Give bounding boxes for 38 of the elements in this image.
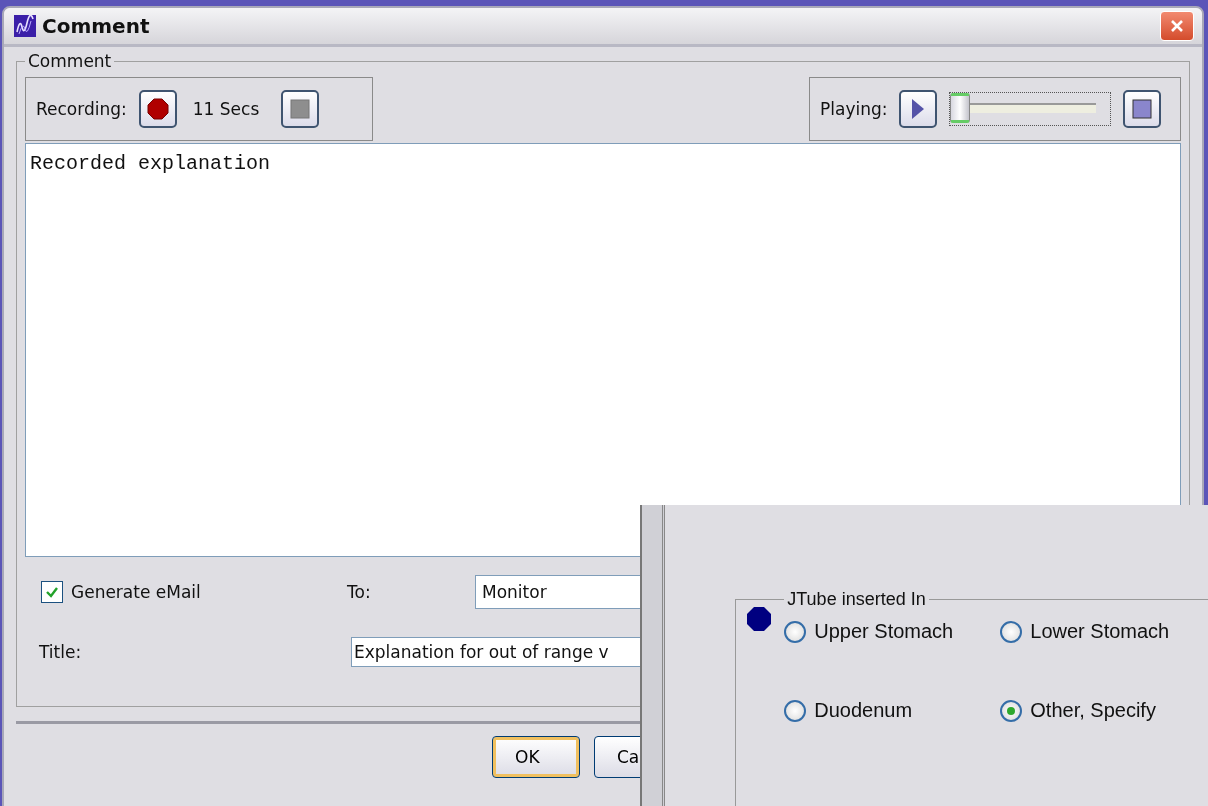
checkbox-label: Generate eMail xyxy=(71,582,201,602)
close-icon xyxy=(1169,18,1185,34)
slider-thumb[interactable] xyxy=(950,93,971,123)
play-icon xyxy=(911,98,926,120)
radio-label: Duodenum xyxy=(814,699,913,722)
octagon-icon xyxy=(746,606,773,632)
radio-option[interactable]: Other, Specify xyxy=(1000,699,1208,722)
stop-playing-button[interactable] xyxy=(1123,90,1162,128)
stop-icon xyxy=(290,99,311,119)
wave-logo-icon xyxy=(14,15,36,37)
group-legend: Comment xyxy=(25,51,115,71)
window-title: Comment xyxy=(42,14,151,38)
record-button[interactable] xyxy=(138,90,177,128)
radio-button[interactable] xyxy=(784,620,807,643)
stop-icon xyxy=(1132,99,1153,119)
checkbox[interactable] xyxy=(41,581,63,603)
playing-label: Playing: xyxy=(820,99,888,119)
recording-label: Recording: xyxy=(36,99,127,119)
generate-email-checkbox[interactable]: Generate eMail xyxy=(41,581,347,603)
dialog-button[interactable]: OK xyxy=(492,736,580,778)
close-button[interactable] xyxy=(1160,11,1194,41)
comment-text-area[interactable]: Recorded explanation xyxy=(25,143,1181,557)
radio-option[interactable]: Duodenum xyxy=(784,699,1001,722)
radio-button[interactable] xyxy=(1000,699,1023,722)
play-button[interactable] xyxy=(899,90,938,128)
radio-button[interactable] xyxy=(784,699,807,722)
radio-button[interactable] xyxy=(1000,620,1023,643)
stop-recording-button[interactable] xyxy=(281,90,320,128)
radio-option[interactable]: Lower Stomach xyxy=(1000,620,1208,643)
recording-duration: 11 Secs xyxy=(192,99,260,119)
playback-slider[interactable] xyxy=(949,92,1112,126)
to-label: To: xyxy=(347,582,372,602)
record-icon xyxy=(146,98,169,120)
group-legend: JTube inserted In xyxy=(784,589,929,610)
check-icon xyxy=(45,585,59,599)
title-label: Title: xyxy=(39,642,83,662)
radio-label: Lower Stomach xyxy=(1030,620,1170,643)
radio-label: Other, Specify xyxy=(1030,699,1156,722)
